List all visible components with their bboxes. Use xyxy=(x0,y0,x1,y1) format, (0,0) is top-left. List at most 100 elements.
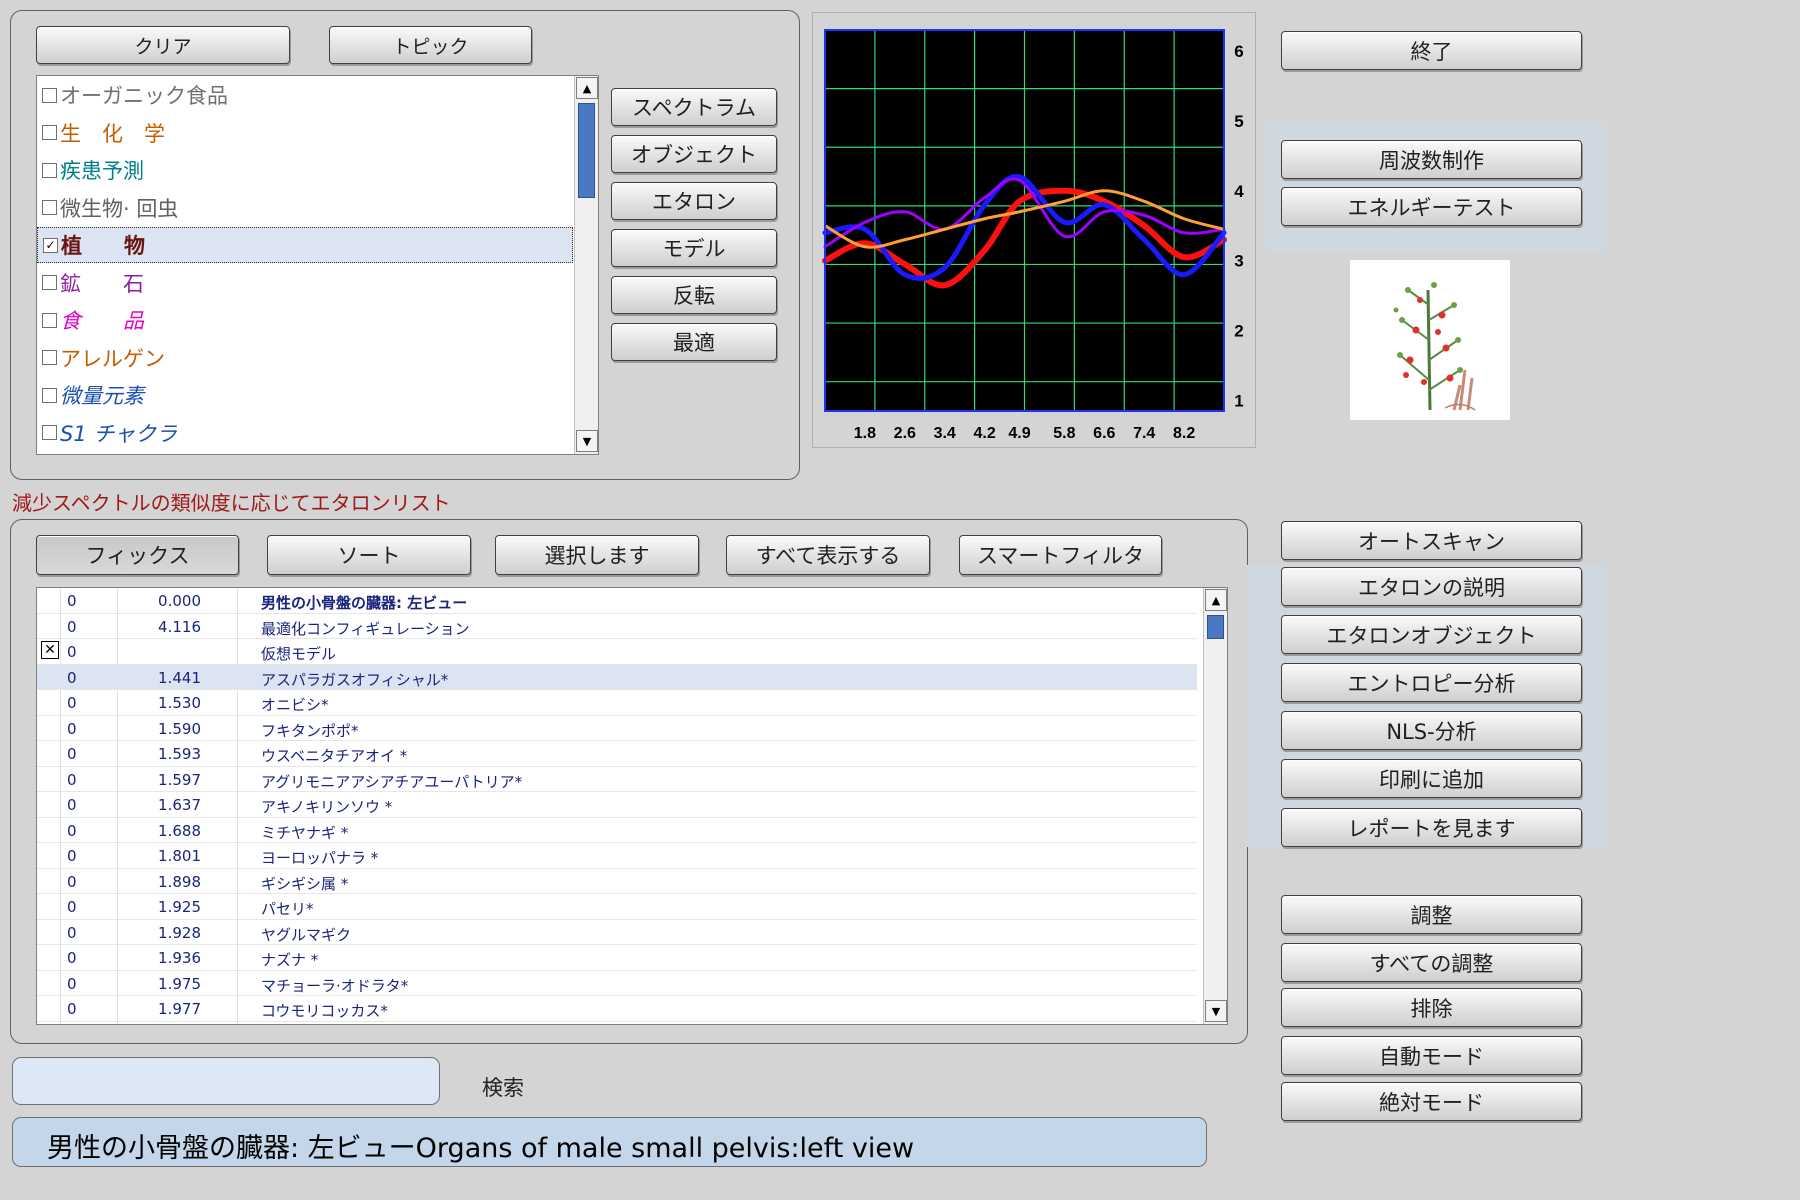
spectrum-button[interactable]: スペクトラム xyxy=(611,88,777,126)
checkbox[interactable] xyxy=(42,87,57,103)
category-item[interactable]: オーガニック食品 xyxy=(37,77,573,113)
select-button[interactable]: 選択します xyxy=(495,535,699,575)
table-row[interactable]: 0 1.597 アグリモニアアシアチアユーパトリア* xyxy=(37,767,1197,792)
checkbox[interactable] xyxy=(42,125,57,140)
table-row[interactable]: 0 4.116 最適化コンフィギュレーション xyxy=(37,614,1197,639)
exit-button[interactable]: 終了 xyxy=(1281,31,1582,70)
checkbox[interactable] xyxy=(42,275,57,290)
scroll-up-icon[interactable]: ▲ xyxy=(1205,589,1227,611)
table-row[interactable]: 0 1.441 アスパラガスオフィシャル* xyxy=(37,664,1197,690)
row-checkbox[interactable] xyxy=(41,769,57,785)
row-checkbox[interactable] xyxy=(41,692,57,708)
etalon-table[interactable]: 0 0.000 男性の小骨盤の臓器: 左ビュー 0 4.116 最適化コンフィギュレーショ… xyxy=(36,587,1228,1025)
etalon-object-button[interactable]: エタロンオブジェクト xyxy=(1281,615,1582,654)
row-checkbox[interactable] xyxy=(41,820,57,836)
optimal-button[interactable]: 最適 xyxy=(611,323,777,361)
exclude-button[interactable]: 排除 xyxy=(1281,988,1582,1027)
etalon-button[interactable]: エタロン xyxy=(611,182,777,220)
category-item[interactable]: 食 品 xyxy=(37,302,573,338)
category-item[interactable]: 鉱 石 xyxy=(37,265,573,301)
fix-button[interactable]: フィックス xyxy=(36,535,239,575)
adjust-all-button[interactable]: すべての調整 xyxy=(1281,943,1582,982)
checkbox[interactable] xyxy=(42,425,57,440)
table-row[interactable]: 0 1.898 ギシギシ属 * xyxy=(37,869,1197,894)
invert-button[interactable]: 反転 xyxy=(611,276,777,314)
row-name: オニビシ* xyxy=(261,696,329,714)
absolute-mode-button[interactable]: 絶対モード xyxy=(1281,1082,1582,1121)
frequency-button[interactable]: 周波数制作 xyxy=(1281,140,1582,179)
model-button[interactable]: モデル xyxy=(611,229,777,267)
category-item[interactable]: 生 化 学 xyxy=(37,115,573,151)
object-button[interactable]: オブジェクト xyxy=(611,135,777,173)
category-item[interactable]: 微量元素 xyxy=(37,377,573,413)
row-count: 0 xyxy=(67,898,77,916)
row-checkbox[interactable] xyxy=(41,871,57,887)
table-row[interactable]: 0 1.593 ウスベニタチアオイ * xyxy=(37,741,1197,767)
entropy-analysis-button[interactable]: エントロピー分析 xyxy=(1281,663,1582,702)
add-to-print-button[interactable]: 印刷に追加 xyxy=(1281,759,1582,798)
view-report-button[interactable]: レポートを見ます xyxy=(1281,808,1582,847)
row-checkbox[interactable]: ✕ xyxy=(41,641,59,659)
table-row[interactable]: 0 1.688 ミチヤナギ * xyxy=(37,818,1197,843)
smart-filter-button[interactable]: スマートフィルタ xyxy=(959,535,1162,575)
checkbox[interactable] xyxy=(42,200,57,215)
row-value: 1.688 xyxy=(158,821,201,840)
category-item[interactable]: 疾患予測 xyxy=(37,152,573,188)
category-item[interactable]: アレルゲン xyxy=(37,340,573,376)
scroll-down-icon[interactable]: ▼ xyxy=(1205,1000,1227,1022)
nls-analysis-button[interactable]: NLS-分析 xyxy=(1281,711,1582,750)
table-row[interactable]: 0 0.000 男性の小骨盤の臓器: 左ビュー xyxy=(37,588,1197,614)
auto-mode-button[interactable]: 自動モード xyxy=(1281,1036,1582,1075)
checkbox[interactable] xyxy=(42,312,57,328)
scroll-thumb[interactable] xyxy=(578,103,595,198)
y-tick-label: 4 xyxy=(1234,182,1244,201)
row-value: 0.000 xyxy=(158,592,201,610)
table-row[interactable]: 0 1.637 アキノキリンソウ * xyxy=(37,792,1197,818)
scroll-thumb[interactable] xyxy=(1207,615,1224,639)
table-row[interactable]: 0 1.975 マチョーラ·オドラタ* xyxy=(37,971,1197,996)
etalon-table-scrollbar[interactable]: ▲ ▼ xyxy=(1203,588,1227,1024)
checkbox[interactable] xyxy=(42,162,57,178)
sort-button[interactable]: ソート xyxy=(267,535,471,575)
row-checkbox[interactable] xyxy=(41,998,57,1014)
row-checkbox[interactable] xyxy=(41,718,57,734)
row-checkbox[interactable] xyxy=(41,616,57,632)
row-count: 0 xyxy=(67,668,77,687)
table-row[interactable]: 0 1.590 フキタンポポ* xyxy=(37,716,1197,741)
scroll-down-icon[interactable]: ▼ xyxy=(576,430,598,452)
row-checkbox[interactable] xyxy=(41,667,57,683)
table-row[interactable]: 0 1.801 ヨーロッパナラ * xyxy=(37,843,1197,869)
category-item[interactable]: 微生物· 回虫 xyxy=(37,190,573,226)
table-row[interactable]: 0 1.925 パセリ* xyxy=(37,894,1197,920)
table-row[interactable]: 0 1.928 ヤグルマギク xyxy=(37,920,1197,945)
table-row[interactable]: 0 1.977 コウモリコッカス* xyxy=(37,996,1197,1022)
row-checkbox[interactable] xyxy=(41,794,57,810)
category-list-scrollbar[interactable]: ▲ ▼ xyxy=(574,76,598,454)
row-checkbox[interactable] xyxy=(41,922,57,938)
search-input[interactable] xyxy=(12,1057,440,1105)
energy-test-button[interactable]: エネルギーテスト xyxy=(1281,187,1582,226)
show-all-button[interactable]: すべて表示する xyxy=(726,535,930,575)
clear-button[interactable]: クリア xyxy=(36,26,290,64)
row-checkbox[interactable] xyxy=(41,973,57,989)
autoscan-button[interactable]: オートスキャン xyxy=(1281,521,1582,560)
row-checkbox[interactable] xyxy=(41,590,57,606)
topic-button[interactable]: トピック xyxy=(329,26,532,64)
category-list[interactable]: オーガニック食品生 化 学疾患予測 微生物· 回虫 ✓ 植 物鉱 石食 品アレルゲン微… xyxy=(36,75,599,455)
scroll-up-icon[interactable]: ▲ xyxy=(576,77,598,99)
row-count: 0 xyxy=(67,745,77,763)
checkbox[interactable] xyxy=(42,387,57,403)
etalon-description-button[interactable]: エタロンの説明 xyxy=(1281,567,1582,606)
checkbox[interactable]: ✓ xyxy=(43,237,58,253)
category-item[interactable]: S1 チャクラ xyxy=(37,415,573,451)
row-checkbox[interactable] xyxy=(41,896,57,912)
adjust-button[interactable]: 調整 xyxy=(1281,895,1582,934)
row-checkbox[interactable] xyxy=(41,845,57,861)
table-row[interactable]: ✕ 0 仮想モデル xyxy=(37,639,1197,665)
category-item[interactable]: ✓ 植 物 xyxy=(37,227,573,263)
row-checkbox[interactable] xyxy=(41,947,57,963)
checkbox[interactable] xyxy=(42,350,57,365)
table-row[interactable]: 0 1.530 オニビシ* xyxy=(37,690,1197,716)
row-checkbox[interactable] xyxy=(41,743,57,759)
table-row[interactable]: 0 1.936 ナズナ * xyxy=(37,945,1197,971)
